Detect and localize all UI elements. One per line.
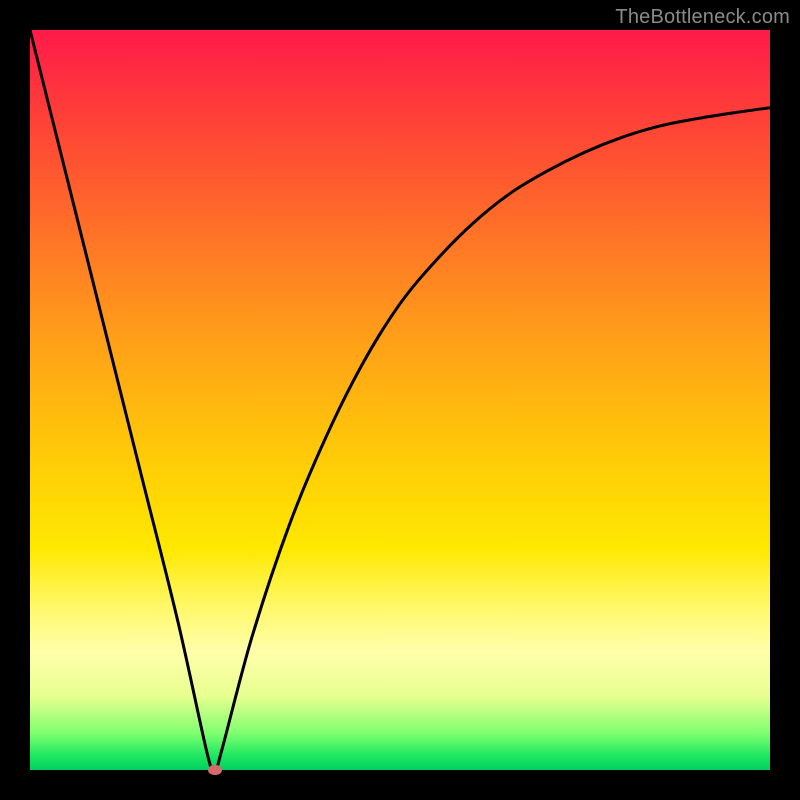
minimum-marker [208, 765, 222, 775]
watermark-text: TheBottleneck.com [615, 6, 790, 29]
plot-area [30, 30, 770, 770]
bottleneck-curve [30, 30, 770, 770]
chart-frame: TheBottleneck.com [0, 0, 800, 800]
